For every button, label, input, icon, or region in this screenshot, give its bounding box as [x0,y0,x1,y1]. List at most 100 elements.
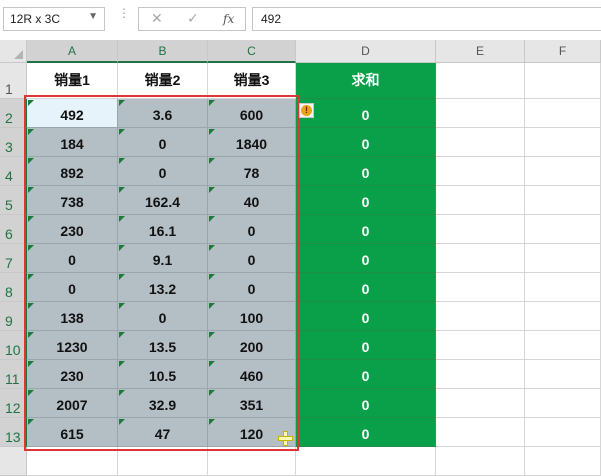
cell-c10[interactable]: 200 [208,331,296,360]
cell-a7[interactable]: 0 [27,244,118,273]
cell-e14[interactable] [436,447,525,476]
row-header-1[interactable]: 1 [0,63,27,99]
cell-c1[interactable]: 销量3 [208,63,296,99]
row-header-4[interactable]: 4 [0,157,27,186]
row-header-14[interactable] [0,447,27,476]
cell-e6[interactable] [436,215,525,244]
cell-d12[interactable]: 0 [296,389,436,418]
cell-d13[interactable]: 0 [296,418,436,447]
cell-d7[interactable]: 0 [296,244,436,273]
cell-f8[interactable] [525,273,601,302]
cell-b11[interactable]: 10.5 [118,360,208,389]
cell-c9[interactable]: 100 [208,302,296,331]
row-header-9[interactable]: 9 [0,302,27,331]
cell-e11[interactable] [436,360,525,389]
cell-b3[interactable]: 0 [118,128,208,157]
cell-d14[interactable] [296,447,436,476]
name-box[interactable]: 12R x 3C ▼ [3,7,105,31]
cell-e2[interactable] [436,99,525,128]
cell-e13[interactable] [436,418,525,447]
select-all-button[interactable] [0,40,27,63]
cell-f5[interactable] [525,186,601,215]
cell-f9[interactable] [525,302,601,331]
cell-b14[interactable] [118,447,208,476]
row-header-8[interactable]: 8 [0,273,27,302]
cell-c12[interactable]: 351 [208,389,296,418]
cell-c5[interactable]: 40 [208,186,296,215]
cell-e1[interactable] [436,63,525,99]
formula-input[interactable]: 492 [252,7,601,31]
cell-a9[interactable]: 138 [27,302,118,331]
cell-a3[interactable]: 184 [27,128,118,157]
cell-e7[interactable] [436,244,525,273]
cell-a10[interactable]: 1230 [27,331,118,360]
cell-c8[interactable]: 0 [208,273,296,302]
insert-function-icon[interactable]: fx [223,12,234,26]
cell-b2[interactable]: 3.6 [118,99,208,128]
cell-e9[interactable] [436,302,525,331]
cell-d1[interactable]: 求和 [296,63,436,99]
cell-a4[interactable]: 892 [27,157,118,186]
cell-a8[interactable]: 0 [27,273,118,302]
cell-c3[interactable]: 1840 [208,128,296,157]
cell-b9[interactable]: 0 [118,302,208,331]
row-header-10[interactable]: 10 [0,331,27,360]
cell-d4[interactable]: 0 [296,157,436,186]
cell-e12[interactable] [436,389,525,418]
column-header-e[interactable]: E [436,40,525,63]
column-header-f[interactable]: F [525,40,601,63]
cell-c14[interactable] [208,447,296,476]
cell-a1[interactable]: 销量1 [27,63,118,99]
column-header-b[interactable]: B [118,40,208,63]
row-header-6[interactable]: 6 [0,215,27,244]
cell-e5[interactable] [436,186,525,215]
cell-c7[interactable]: 0 [208,244,296,273]
cell-a14[interactable] [27,447,118,476]
more-options-icon[interactable]: ⋮ [118,7,130,19]
cell-f14[interactable] [525,447,601,476]
cell-b5[interactable]: 162.4 [118,186,208,215]
cell-c11[interactable]: 460 [208,360,296,389]
cell-e8[interactable] [436,273,525,302]
cell-b10[interactable]: 13.5 [118,331,208,360]
row-header-11[interactable]: 11 [0,360,27,389]
cell-a6[interactable]: 230 [27,215,118,244]
cell-b12[interactable]: 32.9 [118,389,208,418]
cell-b4[interactable]: 0 [118,157,208,186]
cell-a13[interactable]: 615 [27,418,118,447]
cell-d9[interactable]: 0 [296,302,436,331]
warning-icon[interactable] [299,103,314,118]
cell-a5[interactable]: 738 [27,186,118,215]
column-header-d[interactable]: D [296,40,436,63]
cell-a2[interactable]: 492 [27,99,118,128]
row-header-3[interactable]: 3 [0,128,27,157]
cell-f3[interactable] [525,128,601,157]
enter-icon[interactable]: ✓ [187,10,199,27]
row-header-7[interactable]: 7 [0,244,27,273]
cell-d11[interactable]: 0 [296,360,436,389]
cell-f7[interactable] [525,244,601,273]
cell-b13[interactable]: 47 [118,418,208,447]
cell-d2[interactable]: 0 [296,99,436,128]
cell-b1[interactable]: 销量2 [118,63,208,99]
cell-f12[interactable] [525,389,601,418]
cell-a12[interactable]: 2007 [27,389,118,418]
cell-f11[interactable] [525,360,601,389]
cell-b6[interactable]: 16.1 [118,215,208,244]
cell-c2[interactable]: 600 [208,99,296,128]
cell-e4[interactable] [436,157,525,186]
cell-f10[interactable] [525,331,601,360]
cell-d3[interactable]: 0 [296,128,436,157]
cell-d6[interactable]: 0 [296,215,436,244]
cell-e10[interactable] [436,331,525,360]
cell-f13[interactable] [525,418,601,447]
row-header-2[interactable]: 2 [0,99,27,128]
cell-f6[interactable] [525,215,601,244]
cell-f1[interactable] [525,63,601,99]
cell-c6[interactable]: 0 [208,215,296,244]
cell-f2[interactable] [525,99,601,128]
chevron-down-icon[interactable]: ▼ [88,11,98,22]
row-header-13[interactable]: 13 [0,418,27,447]
cell-f4[interactable] [525,157,601,186]
cell-b7[interactable]: 9.1 [118,244,208,273]
